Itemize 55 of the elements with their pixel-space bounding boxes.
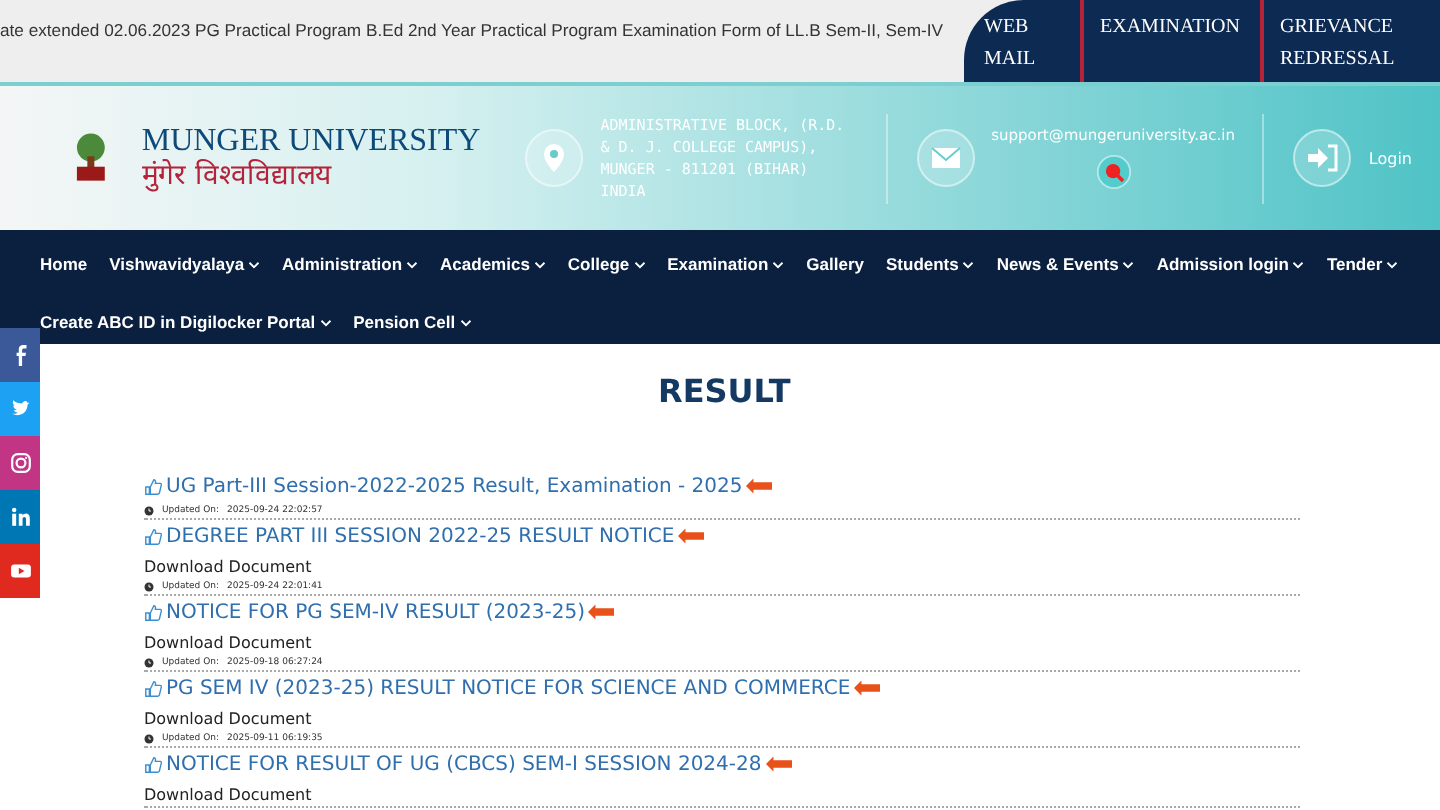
- news-ticker: ate extended 02.06.2023 PG Practical Program B.Ed 2nd Year Practical Program Examination Form of LL.B Sem-II, Sem-IV: [0, 18, 945, 44]
- result-link[interactable]: NOTICE FOR PG SEM-IV RESULT (2023-25): [166, 601, 585, 623]
- result-link[interactable]: DEGREE PART III SESSION 2022-25 RESULT NOTICE: [166, 525, 675, 547]
- thumbs-up-icon: [144, 755, 162, 773]
- mail-icon: [915, 128, 976, 188]
- nav-menu-item[interactable]: Gallery: [806, 242, 864, 286]
- linkedin-button[interactable]: [0, 490, 40, 544]
- nav-menu-item[interactable]: Create ABC ID in Digilocker Portal: [40, 300, 332, 344]
- new-arrow-icon: [746, 478, 773, 494]
- thumbs-up-icon: [144, 477, 162, 495]
- linkedin-icon: [9, 506, 31, 528]
- nav-menu-item[interactable]: Pension Cell: [353, 300, 472, 344]
- thumbs-up-icon: [144, 679, 162, 697]
- result-link[interactable]: NOTICE FOR RESULT OF UG (CBCS) SEM-I SESSION 2024-28: [166, 753, 762, 775]
- nav-menu-item[interactable]: Academics: [440, 242, 546, 286]
- result-link[interactable]: UG Part-III Session-2022-2025 Result, Examination - 2025: [166, 475, 743, 497]
- clock-icon: [144, 505, 154, 515]
- nav-menu-item[interactable]: Examination: [667, 242, 785, 286]
- nav-menu-item[interactable]: College: [567, 242, 646, 286]
- nav-menu-item[interactable]: Home: [40, 242, 88, 286]
- new-arrow-icon: [588, 604, 615, 620]
- instagram-button[interactable]: [0, 436, 40, 490]
- download-link[interactable]: Download Document: [144, 634, 1300, 654]
- zoom-icon[interactable]: [1095, 154, 1132, 190]
- new-arrow-icon: [854, 680, 881, 696]
- facebook-button[interactable]: [0, 328, 40, 382]
- top-link[interactable]: EXAMINATION: [1080, 0, 1260, 82]
- twitter-button[interactable]: [0, 382, 40, 436]
- clock-icon: [144, 733, 154, 743]
- thumbs-up-icon: [144, 603, 162, 621]
- nav-menu-item[interactable]: News & Events: [996, 242, 1135, 286]
- university-name-hindi: मुंगेर विश्वविद्यालय: [141, 160, 334, 192]
- nav-menu-item[interactable]: Admission login: [1156, 242, 1305, 286]
- clock-icon: [144, 657, 154, 667]
- clock-icon: [144, 581, 154, 591]
- download-link[interactable]: Download Document: [144, 558, 1300, 578]
- page-title: RESULT: [658, 372, 793, 410]
- new-arrow-icon: [765, 756, 792, 772]
- play-icon: [9, 560, 31, 582]
- nav-menu-item[interactable]: Administration: [282, 242, 419, 286]
- new-arrow-icon: [678, 528, 705, 544]
- nav-menu-item[interactable]: Tender: [1326, 242, 1399, 286]
- nav-menu-item[interactable]: Vishwavidyalaya: [109, 242, 261, 286]
- download-link[interactable]: Download Document: [144, 786, 1300, 806]
- top-link[interactable]: WEB MAIL: [984, 0, 1080, 82]
- bird-icon: [9, 398, 31, 420]
- result-link[interactable]: PG SEM IV (2023-25) RESULT NOTICE FOR SCIENCE AND COMMERCE: [166, 677, 851, 699]
- camera-icon: [9, 452, 31, 474]
- youtube-button[interactable]: [0, 544, 40, 598]
- thumbs-up-icon: [144, 527, 162, 545]
- location-pin-icon: [524, 128, 585, 188]
- top-link[interactable]: GRIEVANCE REDRESSAL: [1260, 0, 1440, 82]
- university-name: MUNGER UNIVERSITY: [141, 124, 483, 159]
- nav-menu-item[interactable]: Students: [886, 242, 975, 286]
- download-link[interactable]: Download Document: [144, 710, 1300, 730]
